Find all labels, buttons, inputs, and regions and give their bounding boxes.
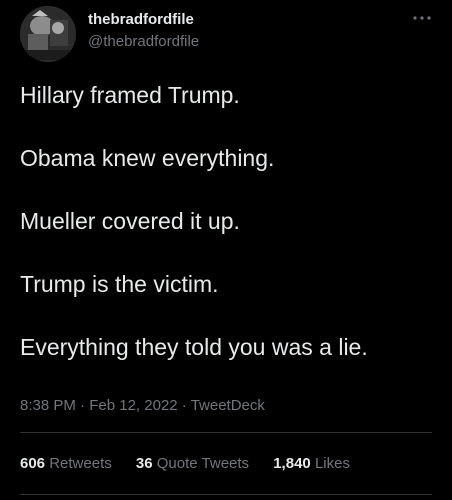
tweet-time[interactable]: 8:38 PM <box>20 397 76 414</box>
avatar[interactable] <box>20 6 76 62</box>
avatar-image <box>20 6 76 62</box>
retweets-count: 606 <box>20 455 46 472</box>
tweet-metadata: 8:38 PM · Feb 12, 2022 · TweetDeck <box>20 396 265 416</box>
tweet-text: Hillary framed Trump. Obama knew everyth… <box>20 80 440 395</box>
tweet-date[interactable]: Feb 12, 2022 <box>89 397 177 414</box>
tweet-line: Everything they told you was a lie. <box>20 334 368 360</box>
retweets-label: Retweets <box>49 455 112 472</box>
tweet-line: Mueller covered it up. <box>20 208 240 234</box>
display-name[interactable]: thebradfordfile <box>88 10 199 30</box>
meta-separator: · <box>181 397 187 414</box>
tweet-source[interactable]: TweetDeck <box>191 397 265 414</box>
tweet-stats: 606 Retweets 36 Quote Tweets 1,840 Likes <box>20 454 370 474</box>
tweet-line: Hillary framed Trump. <box>20 82 240 108</box>
likes-count: 1,840 <box>273 455 311 472</box>
meta-separator: · <box>80 397 86 414</box>
more-horizontal-icon[interactable] <box>412 12 432 26</box>
divider <box>20 494 432 495</box>
likes-label: Likes <box>314 455 350 472</box>
tweet-header: thebradfordfile @thebradfordfile <box>20 6 440 62</box>
divider <box>20 432 432 433</box>
tweet-card: thebradfordfile @thebradfordfile Hillary… <box>0 0 452 500</box>
retweets-stat[interactable]: 606 Retweets <box>20 454 112 474</box>
tweet-line: Obama knew everything. <box>20 145 275 171</box>
likes-stat[interactable]: 1,840 Likes <box>273 454 350 474</box>
quote-tweets-stat[interactable]: 36 Quote Tweets <box>136 454 249 474</box>
user-handle[interactable]: @thebradfordfile <box>88 32 199 52</box>
tweet-line: Trump is the victim. <box>20 271 219 297</box>
author-names: thebradfordfile @thebradfordfile <box>88 10 199 52</box>
quote-tweets-count: 36 <box>135 455 153 472</box>
quote-tweets-label: Quote Tweets <box>156 455 250 472</box>
